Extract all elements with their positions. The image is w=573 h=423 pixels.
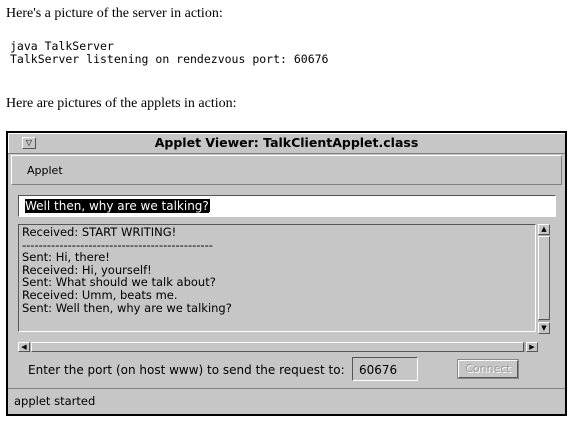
triangle-up-icon[interactable]: ▲ <box>538 224 550 235</box>
server-console-output: java TalkServer TalkServer listening on … <box>10 40 329 66</box>
triangle-right-icon[interactable]: ▶ <box>526 342 538 352</box>
transcript-line: Received: Umm, beats me. <box>22 287 178 302</box>
window-title: Applet Viewer: TalkClientApplet.class <box>154 135 419 150</box>
console-line: TalkServer listening on rendezvous port:… <box>10 52 329 66</box>
transcript-line: Received: START WRITING! <box>22 225 177 239</box>
conversation-transcript[interactable]: Received: START WRITING! ----------------… <box>18 224 536 332</box>
server-intro-text: Here's a picture of the server in action… <box>6 6 223 21</box>
transcript-line: Sent: Well then, why are we talking? <box>22 300 232 315</box>
applets-intro-text: Here are pictures of the applets in acti… <box>6 96 237 111</box>
transcript-line: Sent: Hi, there! <box>22 250 110 265</box>
message-input-text: Well then, why are we talking? <box>25 199 209 213</box>
applet-viewer-window: ▽ Applet Viewer: TalkClientApplet.class … <box>6 131 567 416</box>
connect-button[interactable]: Connect <box>458 360 518 378</box>
port-prompt-label: Enter the port (on host www) to send the… <box>28 363 345 377</box>
menu-applet[interactable]: Applet <box>27 164 63 177</box>
console-line: java TalkServer <box>10 39 114 53</box>
vertical-scroll-thumb[interactable] <box>538 236 550 320</box>
text-caret <box>208 199 210 212</box>
status-text: applet started <box>14 394 96 408</box>
port-input[interactable]: 60676 <box>352 357 418 381</box>
triangle-left-icon[interactable]: ◀ <box>18 342 30 352</box>
horizontal-scrollbar[interactable]: ◀ ▶ <box>18 342 538 352</box>
window-titlebar[interactable]: ▽ Applet Viewer: TalkClientApplet.class <box>8 133 565 154</box>
status-bar: applet started <box>8 388 565 415</box>
menu-bar: Applet <box>11 155 562 185</box>
horizontal-scroll-thumb[interactable] <box>31 342 524 352</box>
message-input[interactable]: Well then, why are we talking? <box>18 195 556 217</box>
vertical-scrollbar[interactable]: ▲ ▼ <box>538 224 550 334</box>
triangle-down-icon[interactable]: ▼ <box>538 322 550 334</box>
